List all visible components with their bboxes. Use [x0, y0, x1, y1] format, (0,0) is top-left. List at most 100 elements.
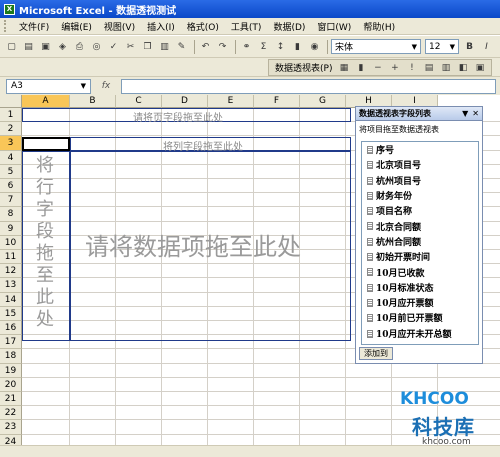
row-header[interactable]: 7: [0, 193, 22, 208]
page-field-drop-zone[interactable]: 请将页字段拖至此处: [22, 108, 351, 124]
row-header[interactable]: 23: [0, 420, 22, 435]
field-item[interactable]: 10月前已开票额: [362, 310, 478, 325]
open-icon[interactable]: ▤: [21, 39, 36, 54]
spelling-icon[interactable]: ✓: [106, 39, 121, 54]
panel-title-bar[interactable]: 数据透视表字段列表 ▼ ✕: [356, 107, 482, 121]
close-icon[interactable]: ✕: [472, 109, 479, 118]
autosum-icon[interactable]: Σ: [256, 39, 271, 54]
refresh-icon[interactable]: !: [404, 60, 419, 75]
field-settings-icon[interactable]: ◧: [455, 60, 470, 75]
pivot-table-menu[interactable]: 数据透视表(P): [271, 61, 336, 74]
field-list-icon[interactable]: ▣: [472, 60, 487, 75]
column-header[interactable]: F: [254, 95, 300, 108]
pivot-chart-icon[interactable]: ▮: [353, 60, 368, 75]
field-item[interactable]: 杭州合同额: [362, 234, 478, 249]
menu-format[interactable]: 格式(O): [181, 20, 225, 33]
redo-icon[interactable]: ↷: [215, 39, 230, 54]
menu-tools[interactable]: 工具(T): [225, 20, 268, 33]
new-icon[interactable]: ▢: [4, 39, 19, 54]
copy-icon[interactable]: ❐: [140, 39, 155, 54]
row-header[interactable]: 2: [0, 122, 22, 137]
save-icon[interactable]: ▣: [38, 39, 53, 54]
font-name-select[interactable]: 宋体 ▼: [331, 39, 421, 54]
preview-icon[interactable]: ◎: [89, 39, 104, 54]
select-all-corner[interactable]: [0, 95, 22, 108]
active-cell-a3[interactable]: [22, 137, 70, 151]
drawing-icon[interactable]: ◉: [307, 39, 322, 54]
font-size-select[interactable]: 12 ▼: [425, 39, 459, 54]
menu-window[interactable]: 窗口(W): [311, 20, 357, 33]
row-header[interactable]: 14: [0, 292, 22, 307]
row-header[interactable]: 13: [0, 278, 22, 293]
field-item[interactable]: 杭州项目号: [362, 173, 478, 188]
row-header[interactable]: 1: [0, 108, 22, 123]
row-header[interactable]: 17: [0, 335, 22, 350]
undo-icon[interactable]: ↶: [198, 39, 213, 54]
column-header[interactable]: G: [300, 95, 346, 108]
add-to-button[interactable]: 添加到: [359, 347, 393, 360]
field-item[interactable]: 10月应开未开总额: [362, 326, 478, 341]
row-header[interactable]: 11: [0, 250, 22, 265]
field-item[interactable]: 10月应开票额: [362, 295, 478, 310]
hide-detail-icon[interactable]: −: [370, 60, 385, 75]
show-detail-icon[interactable]: +: [387, 60, 402, 75]
menu-view[interactable]: 视图(V): [98, 20, 141, 33]
menu-edit[interactable]: 编辑(E): [55, 20, 98, 33]
menu-insert[interactable]: 插入(I): [141, 20, 181, 33]
field-label: 初始开票时间: [376, 253, 431, 264]
row-header[interactable]: 22: [0, 406, 22, 421]
always-display-icon[interactable]: ▥: [438, 60, 453, 75]
row-header[interactable]: 16: [0, 321, 22, 336]
fx-icon[interactable]: fx: [91, 81, 121, 91]
field-item[interactable]: 初始开票时间: [362, 249, 478, 264]
field-item[interactable]: 10月已收款: [362, 264, 478, 279]
menu-data[interactable]: 数据(D): [267, 20, 311, 33]
pivot-format-icon[interactable]: ▦: [336, 60, 351, 75]
column-header[interactable]: A: [22, 95, 70, 108]
field-item[interactable]: 序号: [362, 142, 478, 157]
name-box[interactable]: A3 ▼: [6, 78, 91, 94]
column-header[interactable]: D: [162, 95, 208, 108]
field-icon: [367, 207, 373, 216]
field-item[interactable]: 10月标准状态: [362, 280, 478, 295]
sort-icon[interactable]: ↕: [273, 39, 288, 54]
row-header[interactable]: 5: [0, 164, 22, 179]
field-item[interactable]: 项目名称: [362, 203, 478, 218]
field-item[interactable]: 北京项目号: [362, 157, 478, 172]
bold-button[interactable]: B: [462, 39, 477, 54]
menu-file[interactable]: 文件(F): [13, 20, 55, 33]
column-header[interactable]: B: [70, 95, 116, 108]
format-painter-icon[interactable]: ✎: [174, 39, 189, 54]
field-label: 10月应开未开总额: [376, 329, 452, 340]
chevron-down-icon: ▼: [80, 82, 86, 90]
chart-icon[interactable]: ▮: [290, 39, 305, 54]
row-header[interactable]: 6: [0, 179, 22, 194]
toolbar-grip[interactable]: [4, 20, 8, 32]
row-header[interactable]: 15: [0, 306, 22, 321]
row-header[interactable]: 12: [0, 264, 22, 279]
column-field-drop-zone[interactable]: 将列字段拖至此处: [70, 137, 351, 153]
column-header[interactable]: C: [116, 95, 162, 108]
print-icon[interactable]: ⎙: [72, 39, 87, 54]
row-header[interactable]: 9: [0, 221, 22, 236]
formula-input[interactable]: [121, 78, 496, 94]
hyperlink-icon[interactable]: ⚭: [239, 39, 254, 54]
cut-icon[interactable]: ✂: [123, 39, 138, 54]
field-item[interactable]: 北京合同额: [362, 218, 478, 233]
include-hidden-icon[interactable]: ▤: [421, 60, 436, 75]
row-header[interactable]: 20: [0, 377, 22, 392]
row-header[interactable]: 21: [0, 392, 22, 407]
paste-icon[interactable]: ▥: [157, 39, 172, 54]
menu-help[interactable]: 帮助(H): [357, 20, 401, 33]
row-header[interactable]: 10: [0, 235, 22, 250]
row-header[interactable]: 19: [0, 363, 22, 378]
permission-icon[interactable]: ◈: [55, 39, 70, 54]
column-header[interactable]: E: [208, 95, 254, 108]
dropdown-icon[interactable]: ▼: [462, 109, 468, 118]
field-item[interactable]: 财务年份: [362, 188, 478, 203]
row-header[interactable]: 18: [0, 349, 22, 364]
row-header[interactable]: 4: [0, 150, 22, 165]
italic-button[interactable]: I: [479, 39, 494, 54]
row-header[interactable]: 3: [0, 136, 22, 151]
row-header[interactable]: 8: [0, 207, 22, 222]
